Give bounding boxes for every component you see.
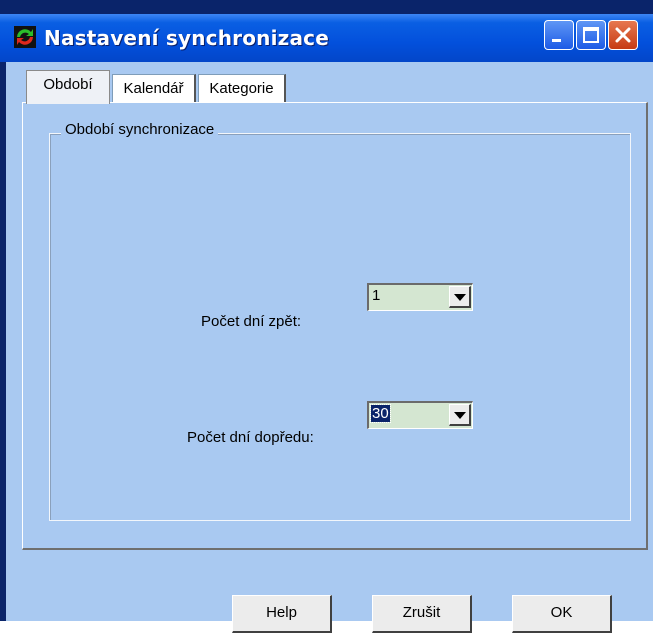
window-title: Nastavení synchronizace <box>44 26 329 50</box>
help-button[interactable]: Help <box>232 595 332 633</box>
maximize-button[interactable] <box>576 20 606 50</box>
days-back-label: Počet dní zpět: <box>201 313 302 330</box>
tab-panel-obdobi: Období synchronizace Počet dní zpět: 1 P… <box>22 102 648 550</box>
dialog-client-area: Období Kalendář Kategorie Období synchro… <box>6 62 653 633</box>
days-forward-select[interactable]: 30 <box>367 401 473 429</box>
days-back-select[interactable]: 1 <box>367 283 473 311</box>
chevron-down-icon <box>454 412 466 419</box>
ok-button[interactable]: OK <box>512 595 612 633</box>
tab-obdobi[interactable]: Období <box>26 70 110 104</box>
days-forward-value: 30 <box>370 404 391 423</box>
minimize-icon <box>552 39 561 42</box>
sync-app-icon <box>14 26 36 48</box>
close-icon <box>615 27 631 43</box>
days-forward-label: Počet dní dopředu: <box>187 429 314 446</box>
groupbox-legend: Období synchronizace <box>61 121 219 138</box>
days-back-dropdown-button[interactable] <box>449 286 471 308</box>
days-forward-dropdown-button[interactable] <box>449 404 471 426</box>
tab-kalendar[interactable]: Kalendář <box>112 74 196 104</box>
days-back-value: 1 <box>372 287 381 304</box>
dialog-window: Nastavení synchronizace Období Kalendář … <box>0 0 653 633</box>
maximize-icon <box>583 27 599 43</box>
chevron-down-icon <box>454 294 466 301</box>
title-bar[interactable]: Nastavení synchronizace <box>0 14 653 62</box>
cancel-button[interactable]: Zrušit <box>372 595 472 633</box>
sync-period-groupbox <box>49 133 631 521</box>
minimize-button[interactable] <box>544 20 574 50</box>
close-button[interactable] <box>608 20 638 50</box>
tab-kategorie[interactable]: Kategorie <box>198 74 286 104</box>
